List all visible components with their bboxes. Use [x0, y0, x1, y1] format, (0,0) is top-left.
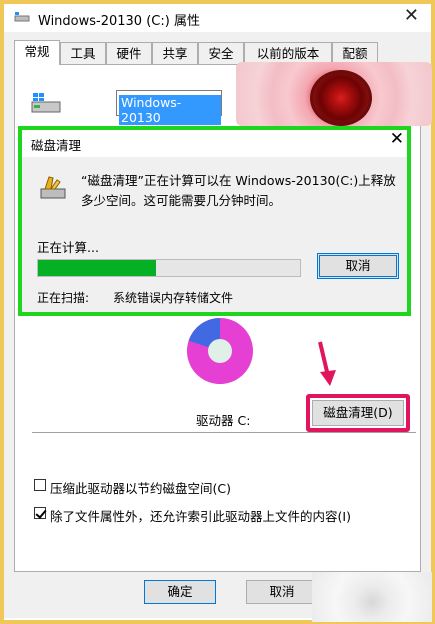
- arrow-annotation-icon: [318, 341, 336, 386]
- close-icon[interactable]: ✕: [390, 129, 404, 149]
- disk-cleanup-icon: [40, 176, 66, 199]
- tab-previous-versions[interactable]: 以前的版本: [244, 42, 332, 64]
- disk-cleanup-button[interactable]: 磁盘清理(D): [312, 400, 404, 426]
- drive-label: 驱动器 C:: [196, 413, 251, 428]
- tab-security[interactable]: 安全: [198, 42, 244, 64]
- tab-tools[interactable]: 工具: [60, 42, 106, 64]
- title-bar: Windows-20130 (C:) 属性 ✕: [4, 4, 431, 32]
- compress-checkbox[interactable]: [34, 479, 46, 491]
- blurred-overlay-image: [312, 572, 432, 622]
- pie-center-hole: [208, 339, 232, 363]
- index-label: 除了文件属性外，还允许索引此驱动器上文件的内容(I): [50, 509, 351, 524]
- compress-label: 压缩此驱动器以节约磁盘空间(C): [50, 481, 231, 496]
- close-icon[interactable]: ✕: [404, 5, 419, 26]
- dialog-title-bar: 磁盘清理 ✕: [19, 127, 410, 157]
- drive-name-value: Windows-20130: [119, 95, 221, 125]
- tab-sharing[interactable]: 共享: [152, 42, 198, 64]
- dialog-cancel-button[interactable]: 取消: [317, 253, 399, 279]
- divider: [32, 432, 416, 433]
- scanning-value: 系统错误内存转储文件: [113, 291, 234, 305]
- drive-name-input[interactable]: Windows-20130: [116, 90, 222, 125]
- drive-icon: [31, 93, 61, 113]
- tab-hardware[interactable]: 硬件: [106, 42, 152, 64]
- blurred-overlay-image: [236, 62, 432, 126]
- index-checkbox[interactable]: [34, 507, 46, 519]
- window-title: Windows-20130 (C:) 属性: [38, 14, 200, 29]
- cancel-button[interactable]: 取消: [246, 580, 318, 604]
- disk-usage-pie: [186, 318, 253, 384]
- ok-button[interactable]: 确定: [144, 580, 216, 604]
- dialog-title: 磁盘清理: [31, 138, 82, 153]
- dialog-message: “磁盘清理”正在计算可以在 Windows-20130(C:)上释放多少空间。这…: [81, 173, 396, 208]
- scanning-label: 正在扫描:: [37, 291, 90, 305]
- disk-cleanup-dialog: 磁盘清理 ✕ “磁盘清理”正在计算可以在 Windows-20130(C:)上释…: [18, 126, 411, 316]
- progress-fill: [38, 260, 156, 276]
- progress-bar: [37, 259, 301, 277]
- tab-general[interactable]: 常规: [14, 40, 60, 65]
- tab-quota[interactable]: 配额: [332, 42, 378, 64]
- properties-window: Windows-20130 (C:) 属性 ✕ 常规 工具 硬件 共享 安全 以…: [4, 4, 432, 622]
- progress-status: 正在计算...: [37, 240, 99, 255]
- drive-icon: [14, 12, 30, 22]
